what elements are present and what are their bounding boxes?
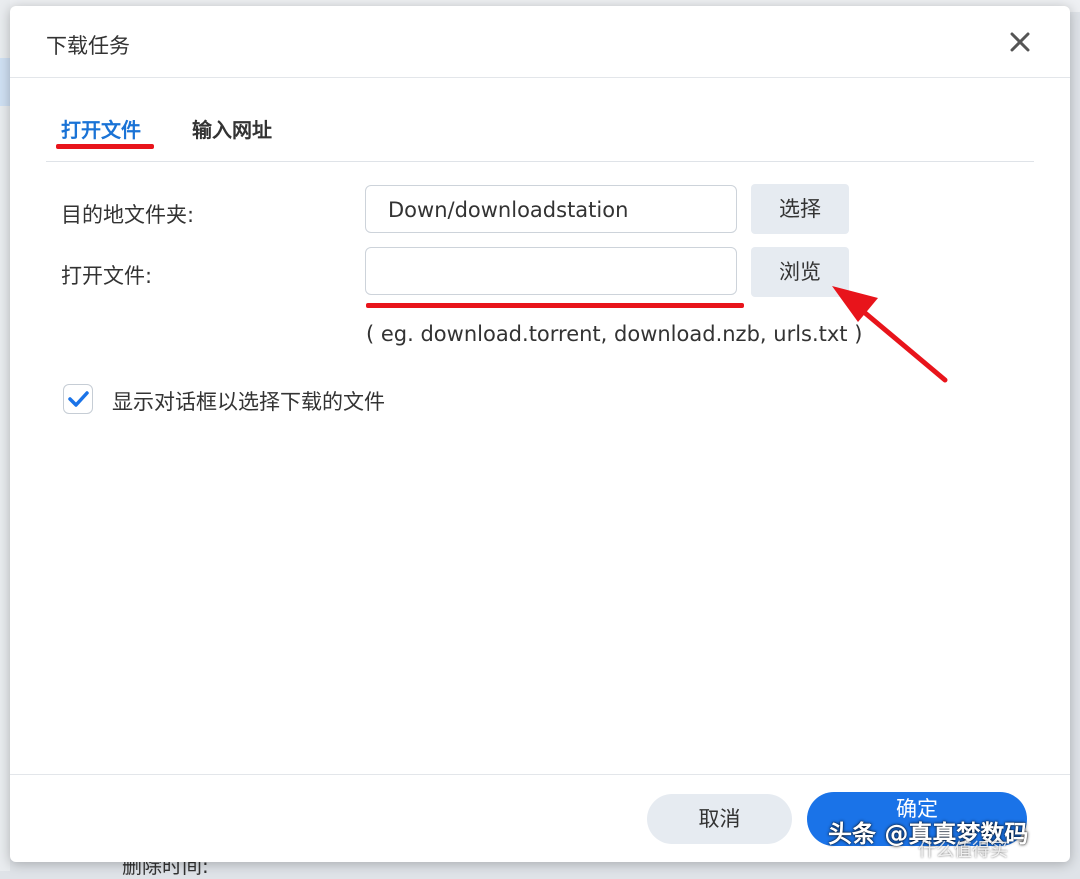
annotation-arrow-icon — [832, 286, 948, 383]
watermark-sub: 什么值得买 — [918, 840, 1008, 861]
